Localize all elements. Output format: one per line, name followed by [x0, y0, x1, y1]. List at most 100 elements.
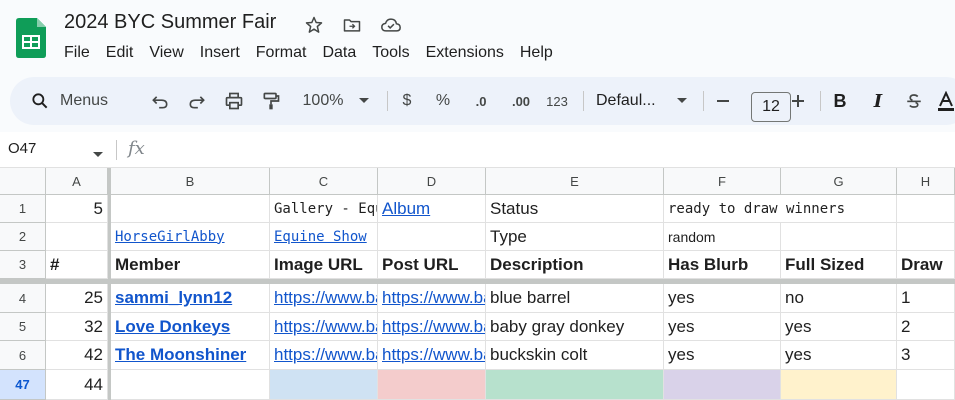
redo-button[interactable] [183, 77, 211, 125]
text-color-button[interactable] [938, 77, 954, 125]
frozen-column-divider[interactable] [108, 168, 111, 400]
cell-b6-member-link[interactable]: The Moonshiner [111, 341, 270, 370]
cell-b2-link[interactable]: HorseGirlAbby [111, 223, 270, 251]
menu-edit[interactable]: Edit [98, 42, 142, 64]
bold-button[interactable]: B [828, 77, 852, 125]
cell-d1-album-link[interactable]: Album [378, 195, 486, 223]
name-box[interactable]: O47 [8, 140, 36, 157]
cell-h2[interactable] [897, 223, 955, 251]
more-formats-button[interactable]: 123 [542, 77, 572, 125]
cell-h3[interactable]: Draw [897, 251, 955, 279]
column-header-h[interactable]: H [897, 168, 955, 195]
column-header-e[interactable]: E [486, 168, 664, 195]
cell-f6[interactable]: yes [664, 341, 781, 370]
cell-e47[interactable] [486, 370, 664, 400]
cell-f2[interactable]: random [664, 223, 781, 251]
cell-d47[interactable] [378, 370, 486, 400]
cell-e4[interactable]: blue barrel [486, 284, 664, 313]
cell-e3[interactable]: Description [486, 251, 664, 279]
strikethrough-button[interactable] [902, 77, 926, 125]
cell-h47[interactable] [897, 370, 955, 400]
menu-extensions[interactable]: Extensions [418, 42, 512, 64]
zoom-select[interactable]: 100% [296, 77, 350, 125]
cell-e2[interactable]: Type [486, 223, 664, 251]
decrease-decimal-button[interactable]: .0 [466, 77, 496, 125]
cell-a3[interactable]: # [46, 251, 108, 279]
menu-help[interactable]: Help [512, 42, 561, 64]
cell-a2[interactable] [46, 223, 108, 251]
row-header[interactable]: 3 [0, 251, 46, 279]
percent-format-button[interactable]: % [432, 77, 454, 125]
row-header[interactable]: 6 [0, 341, 46, 370]
cell-h6[interactable]: 3 [897, 341, 955, 370]
cell-d5-post-url[interactable]: https://www.backyardchickens.com [378, 313, 486, 341]
column-header-a[interactable]: A [46, 168, 108, 195]
sheets-logo-icon[interactable] [16, 18, 46, 58]
cell-a1[interactable]: 5 [46, 195, 108, 223]
document-title[interactable]: 2024 BYC Summer Fair [64, 11, 276, 34]
cell-c4-image-url[interactable]: https://www.backyardchickens.com [270, 284, 378, 313]
decrease-font-size-button[interactable] [711, 77, 735, 125]
column-header-b[interactable]: B [111, 168, 270, 195]
font-dropdown-icon[interactable] [672, 77, 692, 125]
cell-c1[interactable]: Gallery - Equine Show [270, 195, 378, 223]
cell-b1[interactable] [111, 195, 270, 223]
cell-f3[interactable]: Has Blurb [664, 251, 781, 279]
star-icon[interactable] [303, 14, 325, 36]
cell-g5[interactable]: yes [781, 313, 897, 341]
cell-b4-member-link[interactable]: sammi_lynn12 [111, 284, 270, 313]
cell-b47[interactable] [111, 370, 270, 400]
cell-e5[interactable]: baby gray donkey [486, 313, 664, 341]
row-header[interactable]: 4 [0, 284, 46, 313]
undo-button[interactable] [146, 77, 174, 125]
currency-format-button[interactable]: $ [396, 77, 418, 125]
cell-a5[interactable]: 32 [46, 313, 108, 341]
select-all-corner[interactable] [0, 168, 46, 195]
cell-g3[interactable]: Full Sized [781, 251, 897, 279]
cell-h1[interactable] [897, 195, 955, 223]
cell-g4[interactable]: no [781, 284, 897, 313]
menu-data[interactable]: Data [314, 42, 364, 64]
cell-c6-image-url[interactable]: https://www.backyardchickens.com [270, 341, 378, 370]
menu-file[interactable]: File [56, 42, 98, 64]
cell-c3[interactable]: Image URL [270, 251, 378, 279]
column-header-f[interactable]: F [664, 168, 781, 195]
cell-d3[interactable]: Post URL [378, 251, 486, 279]
cell-d4-post-url[interactable]: https://www.backyardchickens.com [378, 284, 486, 313]
menu-tools[interactable]: Tools [364, 42, 417, 64]
name-box-dropdown-icon[interactable] [92, 146, 104, 164]
print-button[interactable] [220, 77, 248, 125]
cell-g6[interactable]: yes [781, 341, 897, 370]
font-size-input[interactable]: 12 [751, 92, 791, 122]
increase-font-size-button[interactable] [786, 77, 810, 125]
cell-b5-member-link[interactable]: Love Donkeys [111, 313, 270, 341]
increase-decimal-button[interactable]: .00 [504, 77, 538, 125]
column-header-g[interactable]: G [781, 168, 897, 195]
cell-f5[interactable]: yes [664, 313, 781, 341]
cell-f4[interactable]: yes [664, 284, 781, 313]
zoom-dropdown-icon[interactable] [354, 77, 374, 125]
cell-a47[interactable]: 44 [46, 370, 108, 400]
cell-h5[interactable]: 2 [897, 313, 955, 341]
cell-a4[interactable]: 25 [46, 284, 108, 313]
cell-f47[interactable] [664, 370, 781, 400]
row-header-selected[interactable]: 47 [0, 370, 46, 400]
cell-d2[interactable] [378, 223, 486, 251]
cell-c5-image-url[interactable]: https://www.backyardchickens.com [270, 313, 378, 341]
font-family-select[interactable]: Defaul... [596, 77, 668, 125]
cell-f1[interactable]: ready to draw winners [664, 195, 897, 223]
cloud-saved-icon[interactable] [380, 14, 402, 36]
cell-h4[interactable]: 1 [897, 284, 955, 313]
menu-view[interactable]: View [141, 42, 191, 64]
cell-e6[interactable]: buckskin colt [486, 341, 664, 370]
cell-c47[interactable] [270, 370, 378, 400]
menu-insert[interactable]: Insert [192, 42, 248, 64]
frozen-row-divider[interactable] [0, 279, 955, 284]
cell-g2[interactable] [781, 223, 897, 251]
search-menus-button[interactable]: Menus [30, 77, 140, 125]
italic-button[interactable]: I [866, 77, 890, 125]
cell-c2-link[interactable]: Equine Show [270, 223, 378, 251]
row-header[interactable]: 1 [0, 195, 46, 223]
menu-format[interactable]: Format [248, 42, 315, 64]
row-header[interactable]: 5 [0, 313, 46, 341]
